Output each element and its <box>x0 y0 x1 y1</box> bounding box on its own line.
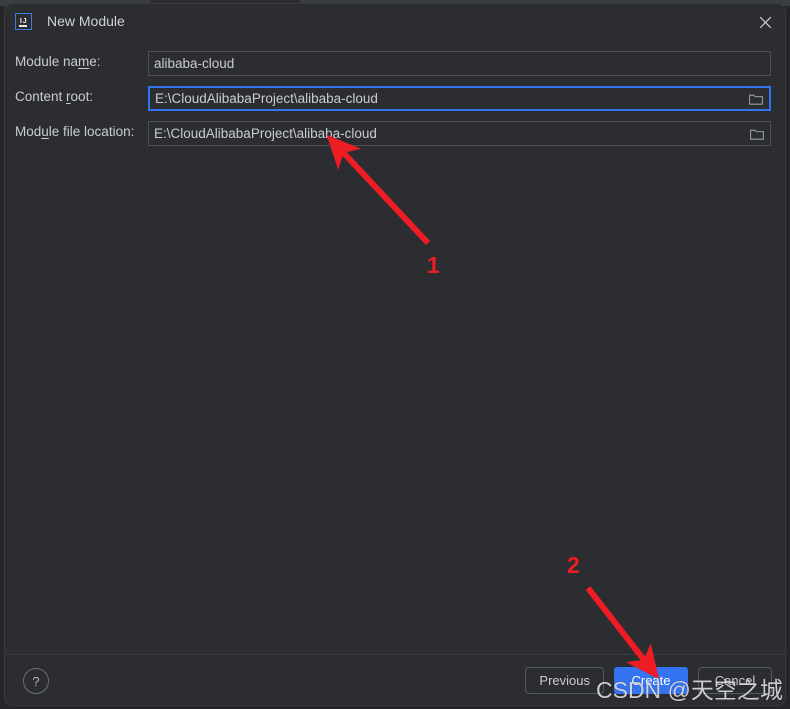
new-module-dialog: IJ New Module Module name: alibaba-cloud <box>4 3 786 706</box>
annotation-number-1: 1 <box>427 252 440 278</box>
module-file-location-value: E:\CloudAlibabaProject\alibaba-cloud <box>154 126 377 141</box>
screenshot-root: IJ New Module Module name: alibaba-cloud <box>0 0 790 709</box>
intellij-idea-icon: IJ <box>15 13 32 30</box>
module-name-field[interactable]: alibaba-cloud <box>148 51 771 76</box>
form-row-module-file-location: Module file location: E:\CloudAlibabaPro… <box>5 121 785 146</box>
dialog-title: New Module <box>47 13 125 29</box>
folder-icon[interactable] <box>743 88 769 109</box>
module-name-label: Module name: <box>15 54 101 69</box>
form-row-content-root: Content root: E:\CloudAlibabaProject\ali… <box>5 86 785 111</box>
content-root-field[interactable]: E:\CloudAlibabaProject\alibaba-cloud <box>148 86 771 111</box>
create-button[interactable]: Create <box>614 667 688 694</box>
previous-button[interactable]: Previous <box>525 667 604 694</box>
module-file-location-label: Module file location: <box>15 124 135 139</box>
dialog-titlebar: IJ New Module <box>5 4 785 40</box>
help-button[interactable]: ? <box>23 668 49 694</box>
footer-divider <box>5 654 785 655</box>
content-root-value: E:\CloudAlibabaProject\alibaba-cloud <box>155 91 378 106</box>
form-row-module-name: Module name: alibaba-cloud <box>5 51 785 76</box>
close-icon[interactable] <box>754 11 776 33</box>
content-root-label: Content root: <box>15 89 94 104</box>
annotation-number-2: 2 <box>567 552 580 578</box>
dialog-button-bar: Previous Create Cancel <box>525 667 772 694</box>
cancel-button[interactable]: Cancel <box>698 667 772 694</box>
module-file-location-field[interactable]: E:\CloudAlibabaProject\alibaba-cloud <box>148 121 771 146</box>
module-name-value: alibaba-cloud <box>154 56 235 71</box>
folder-icon[interactable] <box>744 122 770 145</box>
